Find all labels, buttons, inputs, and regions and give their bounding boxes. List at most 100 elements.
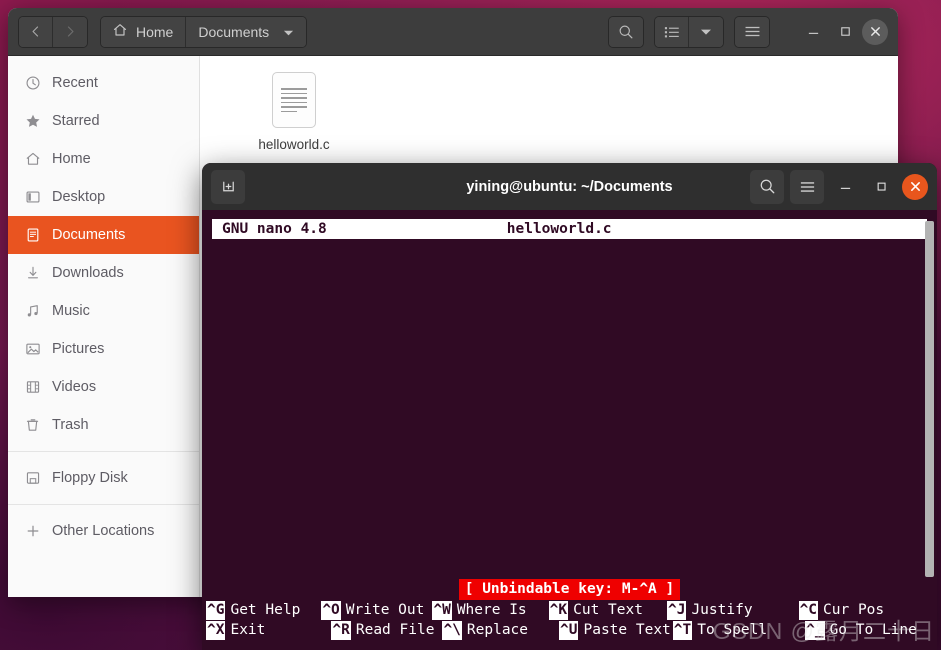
- sidebar-label-desktop: Desktop: [52, 189, 106, 205]
- nano-shortcut-go-to-line[interactable]: ^_ Go To Line: [805, 620, 917, 640]
- star-icon: [24, 113, 41, 130]
- list-view-icon[interactable]: [655, 16, 689, 47]
- file-manager-toolbar: [608, 15, 888, 48]
- nano-key-label: ^J: [666, 600, 687, 620]
- forward-arrow-icon[interactable]: [53, 16, 87, 47]
- nano-key-label: ^X: [206, 620, 226, 640]
- hamburger-menu-icon[interactable]: [735, 16, 769, 47]
- nano-shortcut-to-spell[interactable]: ^T To Spell: [672, 620, 767, 640]
- floppy-disk-icon: [24, 470, 41, 487]
- search-icon[interactable]: [609, 16, 643, 47]
- navigation-button-group: [18, 15, 88, 48]
- sidebar-label-pictures: Pictures: [52, 341, 105, 357]
- breadcrumb: Home Documents: [100, 15, 308, 48]
- home-icon: [112, 22, 128, 41]
- sidebar-divider-1: [8, 451, 199, 452]
- desktop-icon: [24, 189, 41, 206]
- file-manager-headerbar: Home Documents: [8, 8, 898, 56]
- sidebar-label-starred: Starred: [52, 113, 100, 129]
- chevron-down-icon: [283, 24, 294, 40]
- nano-shortcut-replace[interactable]: ^\ Replace: [442, 620, 529, 640]
- nano-shortcut-paste-text[interactable]: ^U Paste Text: [559, 620, 671, 640]
- nano-key-label: ^U: [559, 620, 579, 640]
- sidebar-item-desktop[interactable]: Desktop: [8, 178, 199, 216]
- nano-action-label: Cur Pos: [823, 601, 885, 618]
- minimize-button[interactable]: [798, 17, 828, 47]
- nano-status-row: [ Unbindable key: M-^A ]: [202, 579, 937, 600]
- pictures-icon: [24, 341, 41, 358]
- nano-title-bar: GNU nano 4.8 helloworld.c: [212, 219, 927, 239]
- music-icon: [24, 303, 41, 320]
- nano-shortcut-get-help[interactable]: ^G Get Help: [206, 600, 301, 620]
- sidebar-item-home[interactable]: Home: [8, 140, 199, 178]
- view-chevron-down-icon[interactable]: [689, 16, 723, 47]
- nano-shortcut-where-is[interactable]: ^W Where Is: [432, 600, 527, 620]
- trash-icon: [24, 417, 41, 434]
- nano-key-label: ^K: [548, 600, 569, 620]
- file-manager-window-controls: [798, 17, 888, 47]
- nano-shortcut-row-2: ^X Exit ^R Read File ^\ Replace ^U Paste Tex…: [206, 620, 937, 640]
- terminal-scrollbar[interactable]: [924, 219, 934, 650]
- nano-shortcut-cut-text[interactable]: ^K Cut Text: [548, 600, 643, 620]
- nano-shortcut-read-file[interactable]: ^R Read File: [331, 620, 434, 640]
- close-button[interactable]: [862, 18, 888, 45]
- sidebar-label-downloads: Downloads: [52, 265, 124, 281]
- terminal-header-controls: [750, 169, 928, 204]
- sidebar-item-downloads[interactable]: Downloads: [8, 254, 199, 292]
- documents-icon: [24, 227, 41, 244]
- sidebar-item-starred[interactable]: Starred: [8, 102, 199, 140]
- sidebar-label-videos: Videos: [52, 379, 97, 395]
- minimize-button[interactable]: [830, 172, 860, 202]
- nano-key-label: ^_: [805, 620, 825, 640]
- sidebar-item-documents[interactable]: Documents: [8, 216, 199, 254]
- sidebar-item-recent[interactable]: Recent: [8, 64, 199, 102]
- nano-key-label: ^T: [672, 620, 693, 640]
- hamburger-menu-icon[interactable]: [790, 169, 824, 204]
- search-button-group: [608, 15, 644, 48]
- nano-key-label: ^\: [442, 620, 462, 640]
- nano-action-label: Where Is: [456, 601, 527, 618]
- sidebar-item-music[interactable]: Music: [8, 292, 199, 330]
- nano-key-label: ^O: [321, 600, 341, 620]
- nano-action-label: Get Help: [230, 601, 301, 618]
- sidebar-item-other-locations[interactable]: Other Locations: [8, 512, 199, 550]
- nano-action-label: Write Out: [345, 601, 425, 618]
- breadcrumb-item-home[interactable]: Home: [101, 16, 187, 47]
- nano-shortcut-justify[interactable]: ^J Justify: [666, 600, 753, 620]
- nano-edit-area[interactable]: [202, 239, 937, 579]
- terminal-scrollbar-thumb[interactable]: [925, 221, 934, 577]
- nano-shortcut-exit[interactable]: ^X Exit: [206, 620, 265, 640]
- sidebar-item-videos[interactable]: Videos: [8, 368, 199, 406]
- clock-icon: [24, 75, 41, 92]
- view-options-group: [654, 15, 724, 48]
- sidebar-label-documents: Documents: [52, 227, 126, 243]
- sidebar-label-other-locations: Other Locations: [52, 523, 155, 539]
- sidebar-item-trash[interactable]: Trash: [8, 406, 199, 444]
- home-icon: [24, 151, 41, 168]
- download-icon: [24, 265, 41, 282]
- nano-action-label: Cut Text: [573, 601, 643, 618]
- sidebar-item-floppy-disk[interactable]: Floppy Disk: [8, 459, 199, 497]
- search-icon[interactable]: [750, 169, 784, 204]
- breadcrumb-label-home: Home: [136, 23, 174, 40]
- sidebar-label-floppy-disk: Floppy Disk: [52, 470, 128, 486]
- sidebar-label-trash: Trash: [52, 417, 89, 433]
- nano-shortcut-write-out[interactable]: ^O Write Out: [321, 600, 425, 620]
- close-button[interactable]: [902, 173, 928, 200]
- text-file-icon: [272, 72, 316, 128]
- maximize-button[interactable]: [866, 172, 896, 202]
- breadcrumb-item-documents[interactable]: Documents: [186, 16, 307, 47]
- sidebar-item-pictures[interactable]: Pictures: [8, 330, 199, 368]
- nano-shortcut-cur-pos[interactable]: ^C Cur Pos: [798, 600, 885, 620]
- new-tab-icon[interactable]: [211, 169, 245, 204]
- maximize-button[interactable]: [830, 17, 860, 47]
- nano-action-label: Paste Text: [583, 621, 671, 638]
- back-arrow-icon[interactable]: [19, 16, 53, 47]
- file-item-helloworld-c[interactable]: helloworld.c: [246, 68, 342, 153]
- file-manager-sidebar: Recent Starred Home Desktop Documents Do…: [8, 56, 200, 597]
- nano-action-label: Replace: [466, 621, 529, 638]
- nano-shortcut-bar: ^G Get Help ^O Write Out ^W Where Is ^K Cut …: [202, 600, 937, 640]
- nano-key-label: ^G: [206, 600, 226, 620]
- sidebar-label-music: Music: [52, 303, 90, 319]
- terminal-content[interactable]: GNU nano 4.8 helloworld.c [ Unbindable k…: [202, 219, 937, 650]
